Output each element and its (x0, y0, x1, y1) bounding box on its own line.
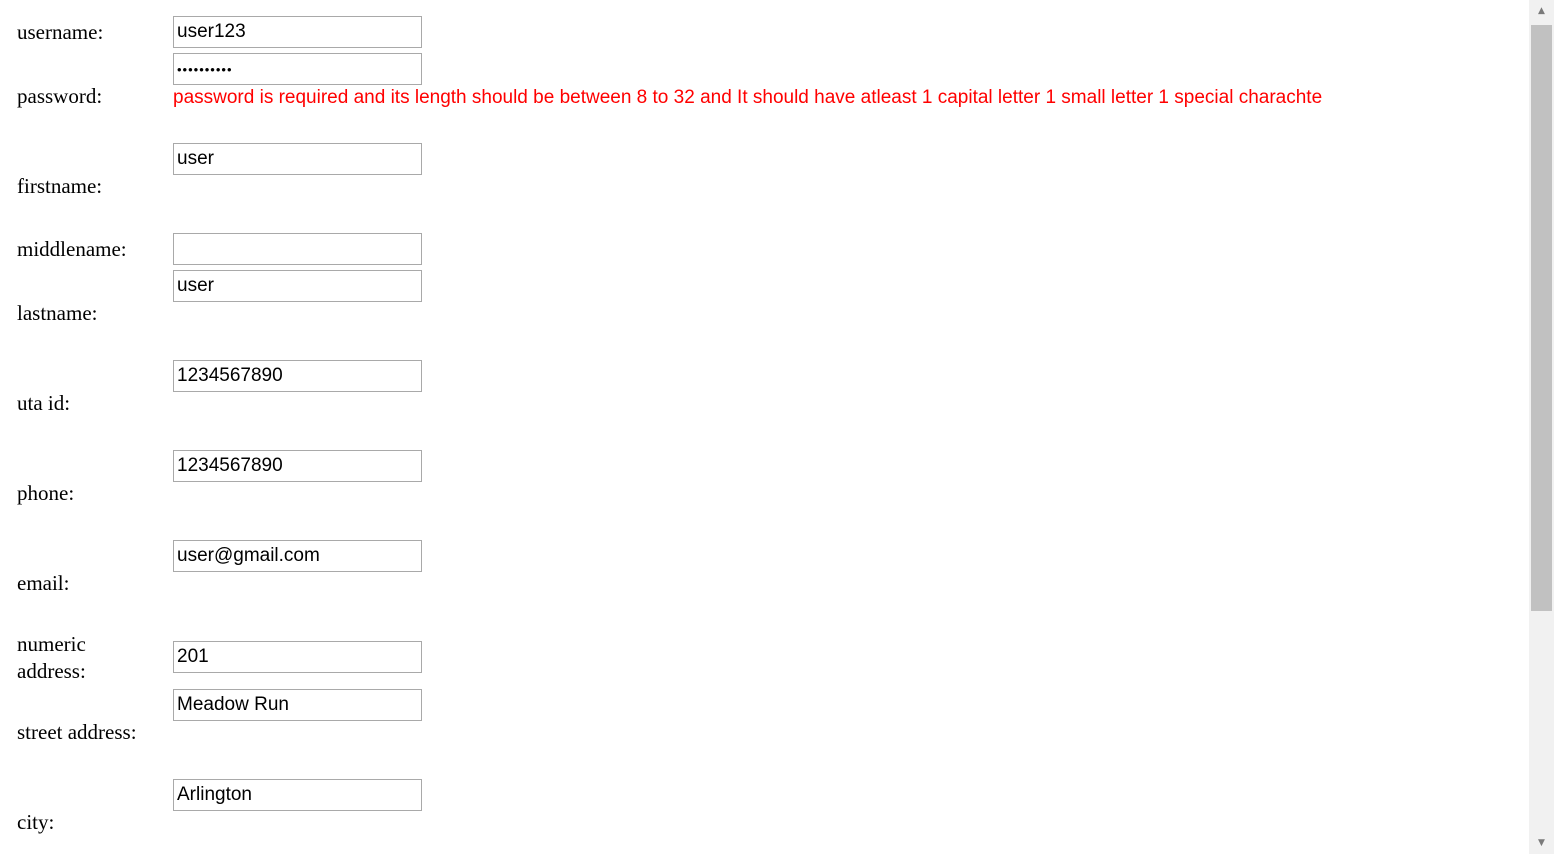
lastname-label: lastname: (17, 301, 98, 325)
password-input[interactable] (173, 53, 422, 85)
username-input[interactable] (173, 16, 422, 48)
lastname-input[interactable] (173, 270, 422, 302)
city-label: city: (17, 810, 55, 834)
city-input[interactable] (173, 779, 422, 811)
email-label: email: (17, 571, 70, 595)
middlename-label: middlename: (17, 237, 127, 261)
numeric-address-label-line1: numeric (17, 632, 86, 656)
numeric-address-label-line2: address: (17, 659, 86, 683)
middlename-input[interactable] (173, 233, 422, 265)
password-error-message: password is required and its length shou… (173, 87, 1323, 108)
vertical-scrollbar[interactable]: ▲ ▼ (1529, 0, 1554, 854)
password-label: password: (17, 84, 103, 108)
street-address-label: street address: (17, 720, 137, 744)
numeric-address-input[interactable] (173, 641, 422, 673)
street-address-input[interactable] (173, 689, 422, 721)
email-input[interactable] (173, 540, 422, 572)
uta-id-label: uta id: (17, 391, 71, 415)
scrollbar-thumb[interactable] (1531, 25, 1552, 611)
registration-page: username: password: password is required… (0, 0, 1554, 854)
triangle-down-icon[interactable]: ▼ (1529, 832, 1554, 854)
triangle-up-icon[interactable]: ▲ (1529, 0, 1554, 22)
phone-input[interactable] (173, 450, 422, 482)
firstname-label: firstname: (17, 174, 103, 198)
uta-id-input[interactable] (173, 360, 422, 392)
firstname-input[interactable] (173, 143, 422, 175)
username-label: username: (17, 20, 104, 44)
phone-label: phone: (17, 481, 75, 505)
